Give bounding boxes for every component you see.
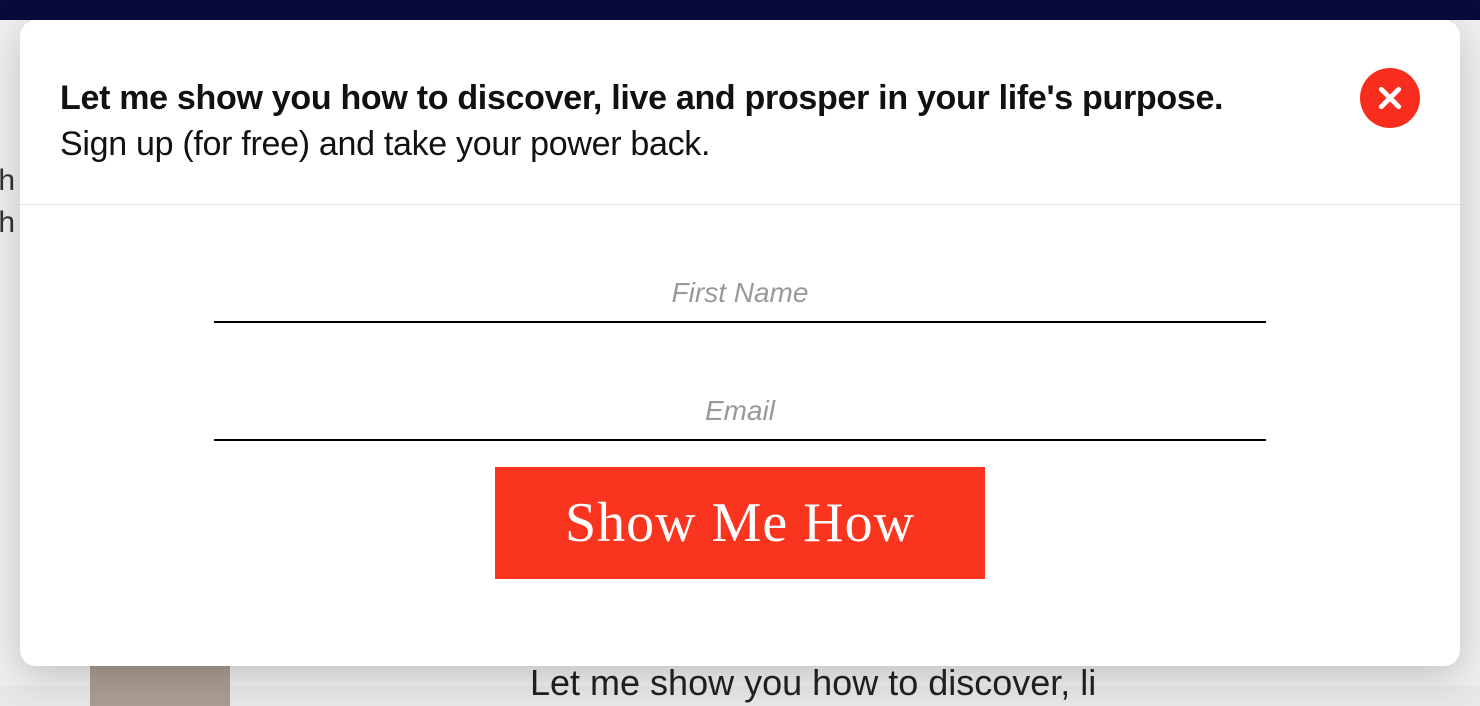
close-icon: [1377, 85, 1403, 111]
background-partial-text: th th: [0, 160, 15, 244]
email-input[interactable]: [214, 383, 1266, 441]
modal-headline: Let me show you how to discover, live an…: [60, 76, 1400, 122]
background-partial-bottom-text: Let me show you how to discover, li: [530, 662, 1096, 704]
modal-body: Show Me How: [20, 205, 1460, 619]
signup-modal: Let me show you how to discover, live an…: [20, 20, 1460, 666]
background-nav-bar: [0, 0, 1480, 20]
first-name-input[interactable]: [214, 265, 1266, 323]
close-button[interactable]: [1360, 68, 1420, 128]
submit-button[interactable]: Show Me How: [495, 467, 985, 579]
modal-subheadline: Sign up (for free) and take your power b…: [60, 122, 1400, 168]
modal-header: Let me show you how to discover, live an…: [20, 20, 1460, 205]
